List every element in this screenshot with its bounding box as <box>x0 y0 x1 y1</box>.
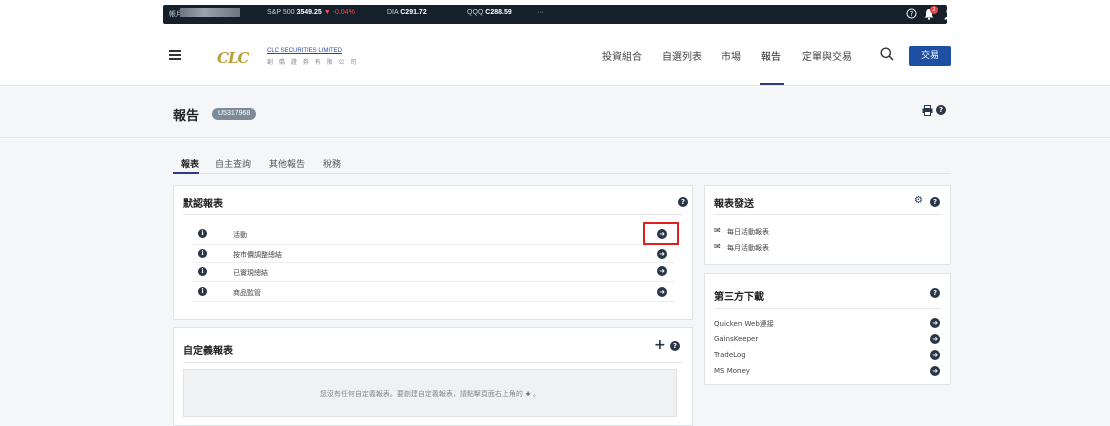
download-name: GainsKeeper <box>714 335 759 343</box>
dia-quote[interactable]: DIA C291.72 <box>387 9 427 16</box>
info-icon[interactable]: i <box>198 287 207 296</box>
help-icon[interactable]: ? <box>936 105 946 115</box>
daily-activity-report-link[interactable]: 每日活動報表 <box>727 227 769 237</box>
report-name: 活動 <box>233 231 247 239</box>
report-name: 按市價調整總結 <box>233 251 282 259</box>
download-arrow-icon[interactable]: ➜ <box>930 366 940 376</box>
download-arrow-icon[interactable]: ➜ <box>930 350 940 360</box>
sp500-quote[interactable]: S&P 500 3549.25 ▼ -0.04% <box>267 9 355 16</box>
nav-watchlist[interactable]: 自選列表 <box>662 48 702 63</box>
panel-divider <box>183 362 683 363</box>
run-report-arrow-icon[interactable]: ➜ <box>657 266 667 276</box>
reports-content: 報表 自主查詢 其他報告 稅務 默認報表 ? i 活動 ➜ i 按市價調整總結 … <box>0 139 1110 426</box>
empty-state-box: 您沒有任何自定義報表。要創建自定義報表，請點擊頁面右上角的 + 。 <box>183 369 677 417</box>
tabs-divider <box>173 173 951 174</box>
ticker-bar: 帳戶 S&P 500 3549.25 ▼ -0.04% DIA C291.72 … <box>0 0 1110 28</box>
notification-badge: 2 <box>930 6 938 14</box>
run-report-arrow-icon[interactable]: ➜ <box>657 249 667 259</box>
help-icon[interactable]: ? <box>678 197 688 207</box>
download-arrow-icon[interactable]: ➜ <box>930 318 940 328</box>
tab-flex-queries[interactable]: 自主查詢 <box>215 157 251 170</box>
print-icon[interactable] <box>922 105 933 119</box>
download-name: MS Money <box>714 367 750 375</box>
empty-state-suffix: 。 <box>533 390 541 398</box>
main-header: CLC CLC SECURITIES LIMITED 創 僑 證 券 有 限 公… <box>0 28 1110 86</box>
page-title: 報告 <box>173 109 200 124</box>
panel-title: 第三方下載 <box>714 292 764 303</box>
monthly-activity-report-link[interactable]: 每月活動報表 <box>727 243 769 253</box>
nav-market[interactable]: 市場 <box>721 48 741 63</box>
report-name: 已實現總結 <box>233 269 268 277</box>
help-icon[interactable]: ? <box>930 288 940 298</box>
svg-text:?: ? <box>910 10 914 18</box>
nav-orders-trades[interactable]: 定單與交易 <box>802 48 852 63</box>
account-badge: U5317968 <box>212 108 257 120</box>
menu-icon[interactable] <box>169 50 181 60</box>
qqq-quote[interactable]: QQQ C288.59 <box>467 9 512 16</box>
info-icon[interactable]: i <box>198 267 207 276</box>
qqq-value: C288.59 <box>485 9 512 16</box>
nav-active-indicator <box>760 83 784 85</box>
more-quotes-button[interactable]: ··· <box>537 9 544 16</box>
ticker-strip: 帳戶 S&P 500 3549.25 ▼ -0.04% DIA C291.72 … <box>163 5 961 24</box>
tab-active-indicator <box>173 172 199 174</box>
panel-divider <box>714 214 941 215</box>
user-icon[interactable] <box>944 8 961 23</box>
company-name-cn: 創 僑 證 券 有 限 公 司 <box>267 59 359 66</box>
sp500-label: S&P 500 <box>267 9 295 16</box>
empty-state-text: 您沒有任何自定義報表。要創建自定義報表，請點擊頁面右上角的 + 。 <box>184 389 676 399</box>
tab-other-reports[interactable]: 其他報告 <box>269 157 305 170</box>
empty-state-message: 您沒有任何自定義報表。要創建自定義報表，請點擊頁面右上角的 <box>319 390 523 398</box>
company-name-en: CLC SECURITIES LIMITED <box>267 48 343 54</box>
report-delivery-panel: 報表發送 ⚙ ? ✉ 每日活動報表 ✉ 每月活動報表 <box>704 185 951 265</box>
custom-reports-panel: 自定義報表 + ? 您沒有任何自定義報表。要創建自定義報表，請點擊頁面右上角的 … <box>173 327 693 426</box>
third-party-downloads-panel: 第三方下載 ? Quicken Web連接 ➜ GainsKeeper ➜ Tr… <box>704 273 951 385</box>
tab-tax[interactable]: 稅務 <box>323 157 341 170</box>
download-name: Quicken Web連接 <box>714 320 774 328</box>
gear-icon[interactable]: ⚙ <box>914 195 923 206</box>
search-icon[interactable] <box>880 46 894 61</box>
tab-statements[interactable]: 報表 <box>181 157 199 170</box>
sp500-value: 3549.25 <box>296 9 322 16</box>
panel-divider <box>183 214 683 215</box>
qqq-label: QQQ <box>467 9 484 16</box>
company-logo[interactable]: CLC <box>217 49 249 67</box>
dia-label: DIA <box>387 9 399 16</box>
download-name: TradeLog <box>714 351 746 359</box>
help-icon[interactable]: ? <box>930 197 940 207</box>
highlight-box <box>643 222 679 245</box>
info-icon[interactable]: i <box>198 249 207 258</box>
envelope-icon: ✉ <box>714 226 721 235</box>
panel-title: 報表發送 <box>714 199 754 210</box>
nav-portfolio[interactable]: 投資組合 <box>602 48 642 63</box>
report-name: 商品監管 <box>233 289 261 297</box>
trade-button[interactable]: 交易 <box>909 46 951 66</box>
info-icon[interactable]: i <box>198 229 207 238</box>
dia-value: C291.72 <box>400 9 427 16</box>
help-icon[interactable]: ? <box>670 341 680 351</box>
envelope-icon: ✉ <box>714 242 721 251</box>
panel-title: 自定義報表 <box>183 346 233 357</box>
default-reports-panel: 默認報表 ? i 活動 ➜ i 按市價調整總結 ➜ i 已實現總結 ➜ i 商品… <box>173 185 693 320</box>
page-title-bar: 報告 U5317968 ? <box>0 87 1110 138</box>
nav-reports[interactable]: 報告 <box>761 48 781 63</box>
panel-divider <box>714 308 941 309</box>
panel-title: 默認報表 <box>183 199 223 210</box>
plus-icon: + <box>525 390 531 398</box>
run-report-arrow-icon[interactable]: ➜ <box>657 287 667 297</box>
sp500-change: ▼ -0.04% <box>323 9 355 16</box>
download-arrow-icon[interactable]: ➜ <box>930 334 940 344</box>
account-masked-value <box>180 8 240 17</box>
add-custom-report-icon[interactable]: + <box>654 337 666 353</box>
help-icon[interactable]: ? <box>906 8 917 22</box>
